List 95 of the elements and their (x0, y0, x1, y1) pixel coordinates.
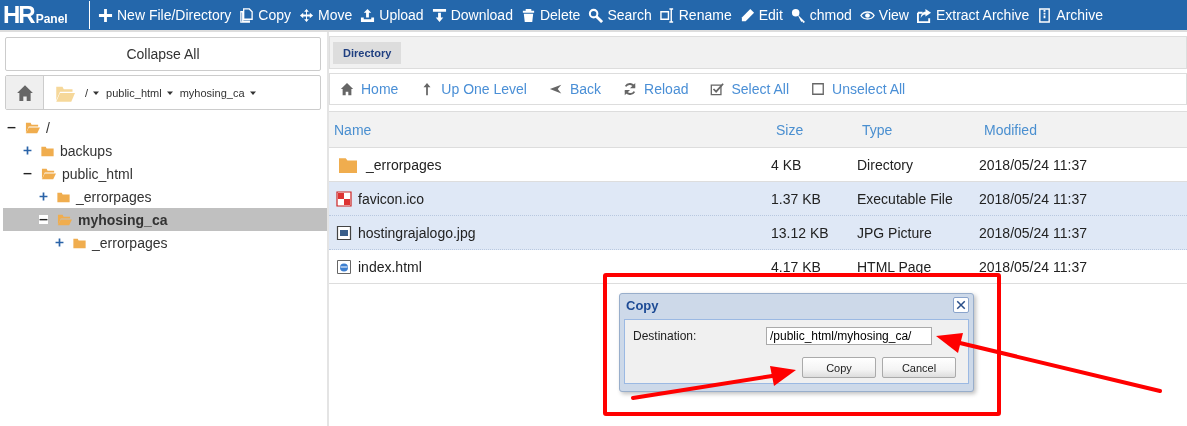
table-cell-text: 13.12 KB (771, 224, 830, 241)
toolbar-button[interactable]: Archive (1035, 0, 1109, 30)
nav-link[interactable]: Select All (710, 81, 790, 97)
nav-link[interactable]: Home (340, 81, 399, 97)
file-name: favicon.ico (358, 190, 425, 207)
folder-icon (336, 155, 360, 174)
destination-field[interactable]: /public_html/myhosing_ca/ (766, 327, 932, 345)
folder-name: public_html (62, 165, 133, 182)
folder-name: _errorpages (92, 234, 168, 251)
toolbar-button[interactable]: Rename (657, 0, 738, 30)
plus-icon (98, 7, 113, 23)
home-icon (340, 82, 354, 96)
dialog-title: Copy (626, 297, 659, 313)
destination-label: Destination: (633, 329, 698, 343)
breadcrumb-link[interactable]: / (85, 86, 107, 99)
expand-toggle-icon[interactable] (23, 146, 32, 155)
nav-link[interactable]: Up One Level (420, 81, 527, 97)
breadcrumb-link[interactable]: myhosing_ca (179, 86, 263, 99)
panel-logo: HRPanel (2, 1, 69, 29)
folder-name: myhosing_ca (78, 211, 168, 228)
web-file-icon (336, 258, 352, 275)
search-icon (588, 7, 604, 23)
download-icon (431, 7, 447, 23)
copy-button[interactable]: Copy (802, 357, 876, 378)
trash-icon (520, 7, 536, 23)
toolbar-button[interactable]: Upload (358, 0, 430, 30)
toolbar-button[interactable]: Search (586, 0, 658, 30)
table-cell-text: 4.17 KB (771, 258, 822, 275)
pencil-icon (739, 7, 755, 23)
home-button[interactable] (6, 76, 44, 109)
table-row[interactable]: favicon.ico 1.37 KB Executable File 2018/05/24 11:37 (329, 182, 1187, 216)
file-icon (336, 190, 352, 207)
toolbar-button[interactable]: View (857, 0, 915, 30)
toolbar-button[interactable]: New File/Directory (96, 0, 238, 30)
close-icon (956, 300, 966, 310)
file-name: hostingrajalogo.jpg (358, 224, 476, 241)
tree-item[interactable]: _errorpages (37, 185, 327, 208)
upload-icon (360, 7, 376, 23)
toolbar-button[interactable]: Move (297, 0, 359, 30)
nav-link[interactable]: Unselect All (811, 81, 906, 97)
directory-tab[interactable]: Directory (333, 41, 402, 64)
collapse-all-button[interactable]: Collapse All (5, 37, 321, 71)
image-file-icon (336, 224, 352, 241)
close-button[interactable] (953, 297, 969, 313)
file-name: _errorpages (366, 156, 442, 173)
cancel-button[interactable]: Cancel (882, 357, 956, 378)
folder-name: backups (60, 142, 113, 159)
archive-icon (1037, 7, 1053, 23)
toolbar-button[interactable]: Download (429, 0, 519, 30)
folder-name: _errorpages (76, 188, 152, 205)
nav-link[interactable]: Reload (623, 81, 689, 97)
expand-toggle-icon[interactable] (39, 192, 48, 201)
tree-item[interactable]: myhosing_ca (3, 208, 327, 231)
table-cell-text: 2018/05/24 11:37 (979, 224, 1088, 241)
checked-checkbox-icon (710, 82, 725, 96)
table-cell-text: 2018/05/24 11:37 (979, 258, 1088, 275)
checkbox-icon (811, 82, 826, 96)
column-header[interactable]: Size (771, 121, 857, 138)
rename-icon (659, 7, 675, 23)
collapse-toggle-icon[interactable] (39, 215, 48, 224)
table-cell-text: 2018/05/24 11:37 (979, 156, 1088, 173)
column-header[interactable]: Type (857, 121, 979, 138)
expand-toggle-icon[interactable] (55, 238, 64, 247)
home-icon (15, 83, 34, 102)
nav-link[interactable]: Back (548, 81, 602, 97)
table-cell-text: Executable File (857, 190, 954, 207)
open-folder-icon (56, 212, 73, 227)
reload-icon (623, 82, 638, 96)
move-icon (299, 7, 315, 23)
open-folder-icon (40, 166, 57, 181)
export-icon (916, 7, 932, 23)
toolbar-button[interactable]: Edit (737, 0, 789, 30)
tree-item[interactable]: backups (21, 139, 327, 162)
file-name: index.html (358, 258, 422, 275)
toolbar-button[interactable]: Extract Archive (914, 0, 1036, 30)
table-cell-text: 2018/05/24 11:37 (979, 190, 1088, 207)
table-cell-text: Directory (857, 156, 914, 173)
toolbar-button[interactable]: chmod (788, 0, 858, 30)
toolbar-button[interactable]: Delete (518, 0, 587, 30)
back-arrow-icon (548, 82, 563, 96)
folder-name: / (46, 119, 50, 136)
table-cell-text: 4 KB (771, 156, 803, 173)
column-header[interactable]: Name (329, 121, 771, 138)
toolbar-button[interactable]: Copy (237, 0, 298, 30)
tree-item[interactable]: _errorpages (53, 231, 327, 254)
breadcrumb-link[interactable]: public_html (106, 86, 180, 99)
table-row[interactable]: hostingrajalogo.jpg 13.12 KB JPG Picture 2018/05/24 11:37 (329, 216, 1187, 250)
key-icon (790, 7, 806, 23)
copy-icon (239, 7, 255, 23)
column-header[interactable]: Modified (979, 121, 1187, 138)
tree-item[interactable]: public_html (21, 162, 327, 185)
table-cell-text: 1.37 KB (771, 190, 822, 207)
tree-item[interactable]: / (5, 116, 320, 139)
table-cell-text: JPG Picture (857, 224, 933, 241)
open-folder-icon (24, 120, 41, 135)
